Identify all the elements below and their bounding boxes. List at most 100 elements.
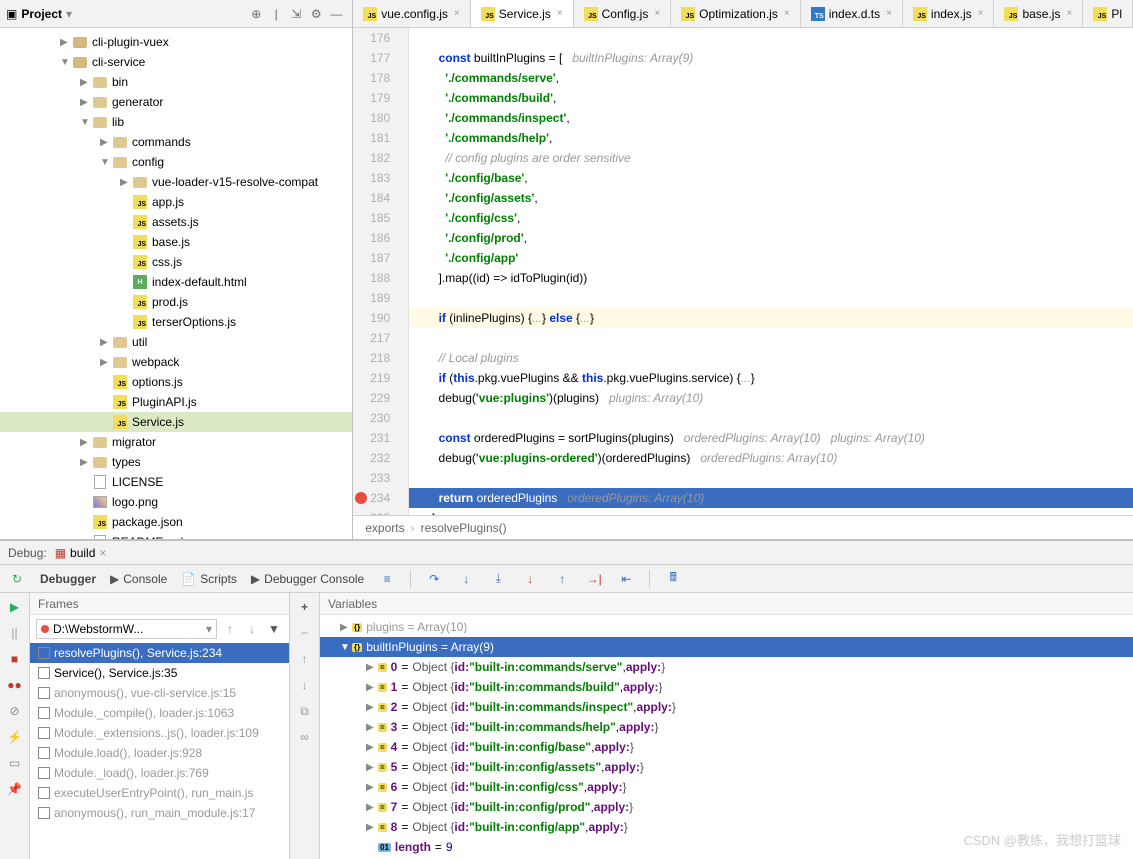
tree-arrow-icon[interactable]: ▶ <box>60 37 72 48</box>
code-line[interactable]: './commands/help', <box>409 128 1133 148</box>
code-line[interactable]: return orderedPlugins orderedPlugins: Ar… <box>409 488 1133 508</box>
project-tree[interactable]: ▶cli-plugin-vuex▼cli-service▶bin▶generat… <box>0 28 352 539</box>
code-line[interactable]: './config/app' <box>409 248 1133 268</box>
breadcrumb-item[interactable]: exports <box>365 521 404 535</box>
close-icon[interactable]: × <box>978 8 984 19</box>
code-line[interactable]: debug('vue:plugins-ordered')(orderedPlug… <box>409 448 1133 468</box>
tree-item[interactable]: ▶types <box>0 452 352 472</box>
editor-tab[interactable]: JSvue.config.js× <box>353 0 471 27</box>
var-row[interactable]: ▶=7=Object {id: "built-in:config/prod", … <box>320 797 1133 817</box>
close-icon[interactable]: × <box>784 8 790 19</box>
breadcrumb[interactable]: exports › resolvePlugins() <box>353 515 1133 539</box>
tree-item[interactable]: JScss.js <box>0 252 352 272</box>
close-icon[interactable]: × <box>886 8 892 19</box>
expand-icon[interactable]: ⇲ <box>286 4 306 24</box>
editor-tab[interactable]: JSbase.js× <box>994 0 1083 27</box>
code-line[interactable]: './config/css', <box>409 208 1133 228</box>
editor-tab[interactable]: JSindex.js× <box>903 0 995 27</box>
stack-frame[interactable]: Module.load(), loader.js:928 <box>30 743 289 763</box>
tab-debugger[interactable]: Debugger <box>40 572 96 586</box>
tree-arrow-icon[interactable]: ▶ <box>80 437 92 448</box>
smart-step-icon[interactable]: ↓ <box>521 570 539 588</box>
var-row[interactable]: ▶=5=Object {id: "built-in:config/assets"… <box>320 757 1133 777</box>
breadcrumb-item[interactable]: resolvePlugins() <box>421 521 507 535</box>
close-icon[interactable]: × <box>1066 8 1072 19</box>
evaluate-icon[interactable]: 🖩 <box>664 570 682 588</box>
target-icon[interactable]: ⊕ <box>246 4 266 24</box>
code-line[interactable]: './config/base', <box>409 168 1133 188</box>
stack-frame[interactable]: executeUserEntryPoint(), run_main.js <box>30 783 289 803</box>
tree-arrow-icon[interactable]: ▶ <box>100 137 112 148</box>
tree-item[interactable]: ▶generator <box>0 92 352 112</box>
tree-item[interactable]: ▶vue-loader-v15-resolve-compat <box>0 172 352 192</box>
code-line[interactable] <box>409 408 1133 428</box>
tree-arrow-icon[interactable]: ▶ <box>100 357 112 368</box>
stack-frame[interactable]: Module._load(), loader.js:769 <box>30 763 289 783</box>
code-line[interactable]: const builtInPlugins = [ builtInPlugins:… <box>409 48 1133 68</box>
remove-watch-icon[interactable]: − <box>297 625 313 641</box>
thread-selector[interactable]: D:\WebstormW... ▾ <box>36 619 217 639</box>
frames-list[interactable]: resolvePlugins(), Service.js:234Service(… <box>30 643 289 823</box>
tab-console[interactable]: ▶Console <box>110 572 167 586</box>
pin-icon[interactable]: 📌 <box>7 781 23 797</box>
resume-icon[interactable]: ▶ <box>7 599 23 615</box>
editor-tab[interactable]: JSConfig.js× <box>574 0 672 27</box>
tree-arrow-icon[interactable]: ▼ <box>80 117 92 128</box>
code-line[interactable]: if (inlinePlugins) {...} else {...} <box>409 308 1133 328</box>
tree-item[interactable]: ▶migrator <box>0 432 352 452</box>
var-row[interactable]: ▶=6=Object {id: "built-in:config/css", a… <box>320 777 1133 797</box>
tree-item[interactable]: README.md <box>0 532 352 539</box>
hide-icon[interactable]: — <box>326 4 346 24</box>
code-line[interactable]: const orderedPlugins = sortPlugins(plugi… <box>409 428 1133 448</box>
code-line[interactable]: } <box>409 508 1133 515</box>
tree-arrow-icon[interactable]: ▼ <box>60 57 72 68</box>
glasses-icon[interactable]: ∞ <box>297 729 313 745</box>
dropdown-icon[interactable]: ▾ <box>66 7 72 21</box>
tree-item[interactable]: ▼cli-service <box>0 52 352 72</box>
prev-frame-icon[interactable]: ↑ <box>221 620 239 638</box>
add-watch-icon[interactable]: + <box>297 599 313 615</box>
copy-icon[interactable]: ⧉ <box>297 703 313 719</box>
tree-item[interactable]: ▶webpack <box>0 352 352 372</box>
code-line[interactable]: ].map((id) => idToPlugin(id)) <box>409 268 1133 288</box>
code-line[interactable]: './commands/build', <box>409 88 1133 108</box>
show-exec-icon[interactable]: ≡ <box>378 570 396 588</box>
tree-item[interactable]: LICENSE <box>0 472 352 492</box>
tree-arrow-icon[interactable]: ▶ <box>80 457 92 468</box>
stack-frame[interactable]: Service(), Service.js:35 <box>30 663 289 683</box>
tree-arrow-icon[interactable]: ▶ <box>100 337 112 348</box>
stack-frame[interactable]: Module._extensions..js(), loader.js:109 <box>30 723 289 743</box>
gear-icon[interactable]: ⚙ <box>306 4 326 24</box>
code-line[interactable] <box>409 288 1133 308</box>
close-icon[interactable]: × <box>654 8 660 19</box>
var-row[interactable]: ▶=3=Object {id: "built-in:commands/help"… <box>320 717 1133 737</box>
editor-tabs[interactable]: JSvue.config.js×JSService.js×JSConfig.js… <box>353 0 1133 28</box>
code-line[interactable] <box>409 28 1133 48</box>
code-line[interactable]: './config/prod', <box>409 228 1133 248</box>
editor-tab[interactable]: JSService.js× <box>471 0 574 27</box>
filter-icon[interactable]: ▼ <box>265 620 283 638</box>
settings-icon[interactable]: ⚡ <box>7 729 23 745</box>
code-line[interactable]: // Local plugins <box>409 348 1133 368</box>
var-row[interactable]: ▶=4=Object {id: "built-in:config/base", … <box>320 737 1133 757</box>
tree-item[interactable]: JSapp.js <box>0 192 352 212</box>
tab-scripts[interactable]: 📄Scripts <box>181 572 237 586</box>
tree-arrow-icon[interactable]: ▶ <box>120 177 132 188</box>
code-lines[interactable]: const builtInPlugins = [ builtInPlugins:… <box>409 28 1133 515</box>
var-row[interactable]: ▼{}builtInPlugins = Array(9) <box>320 637 1133 657</box>
run-config-name[interactable]: build <box>70 546 95 560</box>
editor-tab[interactable]: TSindex.d.ts× <box>801 0 903 27</box>
tree-item[interactable]: JSbase.js <box>0 232 352 252</box>
tree-item[interactable]: JSpackage.json <box>0 512 352 532</box>
tree-item[interactable]: ▶cli-plugin-vuex <box>0 32 352 52</box>
tree-arrow-icon[interactable]: ▼ <box>100 157 112 168</box>
variables-tree[interactable]: ▶{}plugins = Array(10)▼{}builtInPlugins … <box>320 615 1133 859</box>
step-out-icon[interactable]: ↑ <box>553 570 571 588</box>
stack-frame[interactable]: resolvePlugins(), Service.js:234 <box>30 643 289 663</box>
layout-icon[interactable]: ▭ <box>7 755 23 771</box>
code-line[interactable]: './commands/serve', <box>409 68 1133 88</box>
down-icon[interactable]: ↓ <box>297 677 313 693</box>
drop-frame-icon[interactable]: ⇤ <box>617 570 635 588</box>
tree-item[interactable]: JSterserOptions.js <box>0 312 352 332</box>
tree-item[interactable]: ▼lib <box>0 112 352 132</box>
